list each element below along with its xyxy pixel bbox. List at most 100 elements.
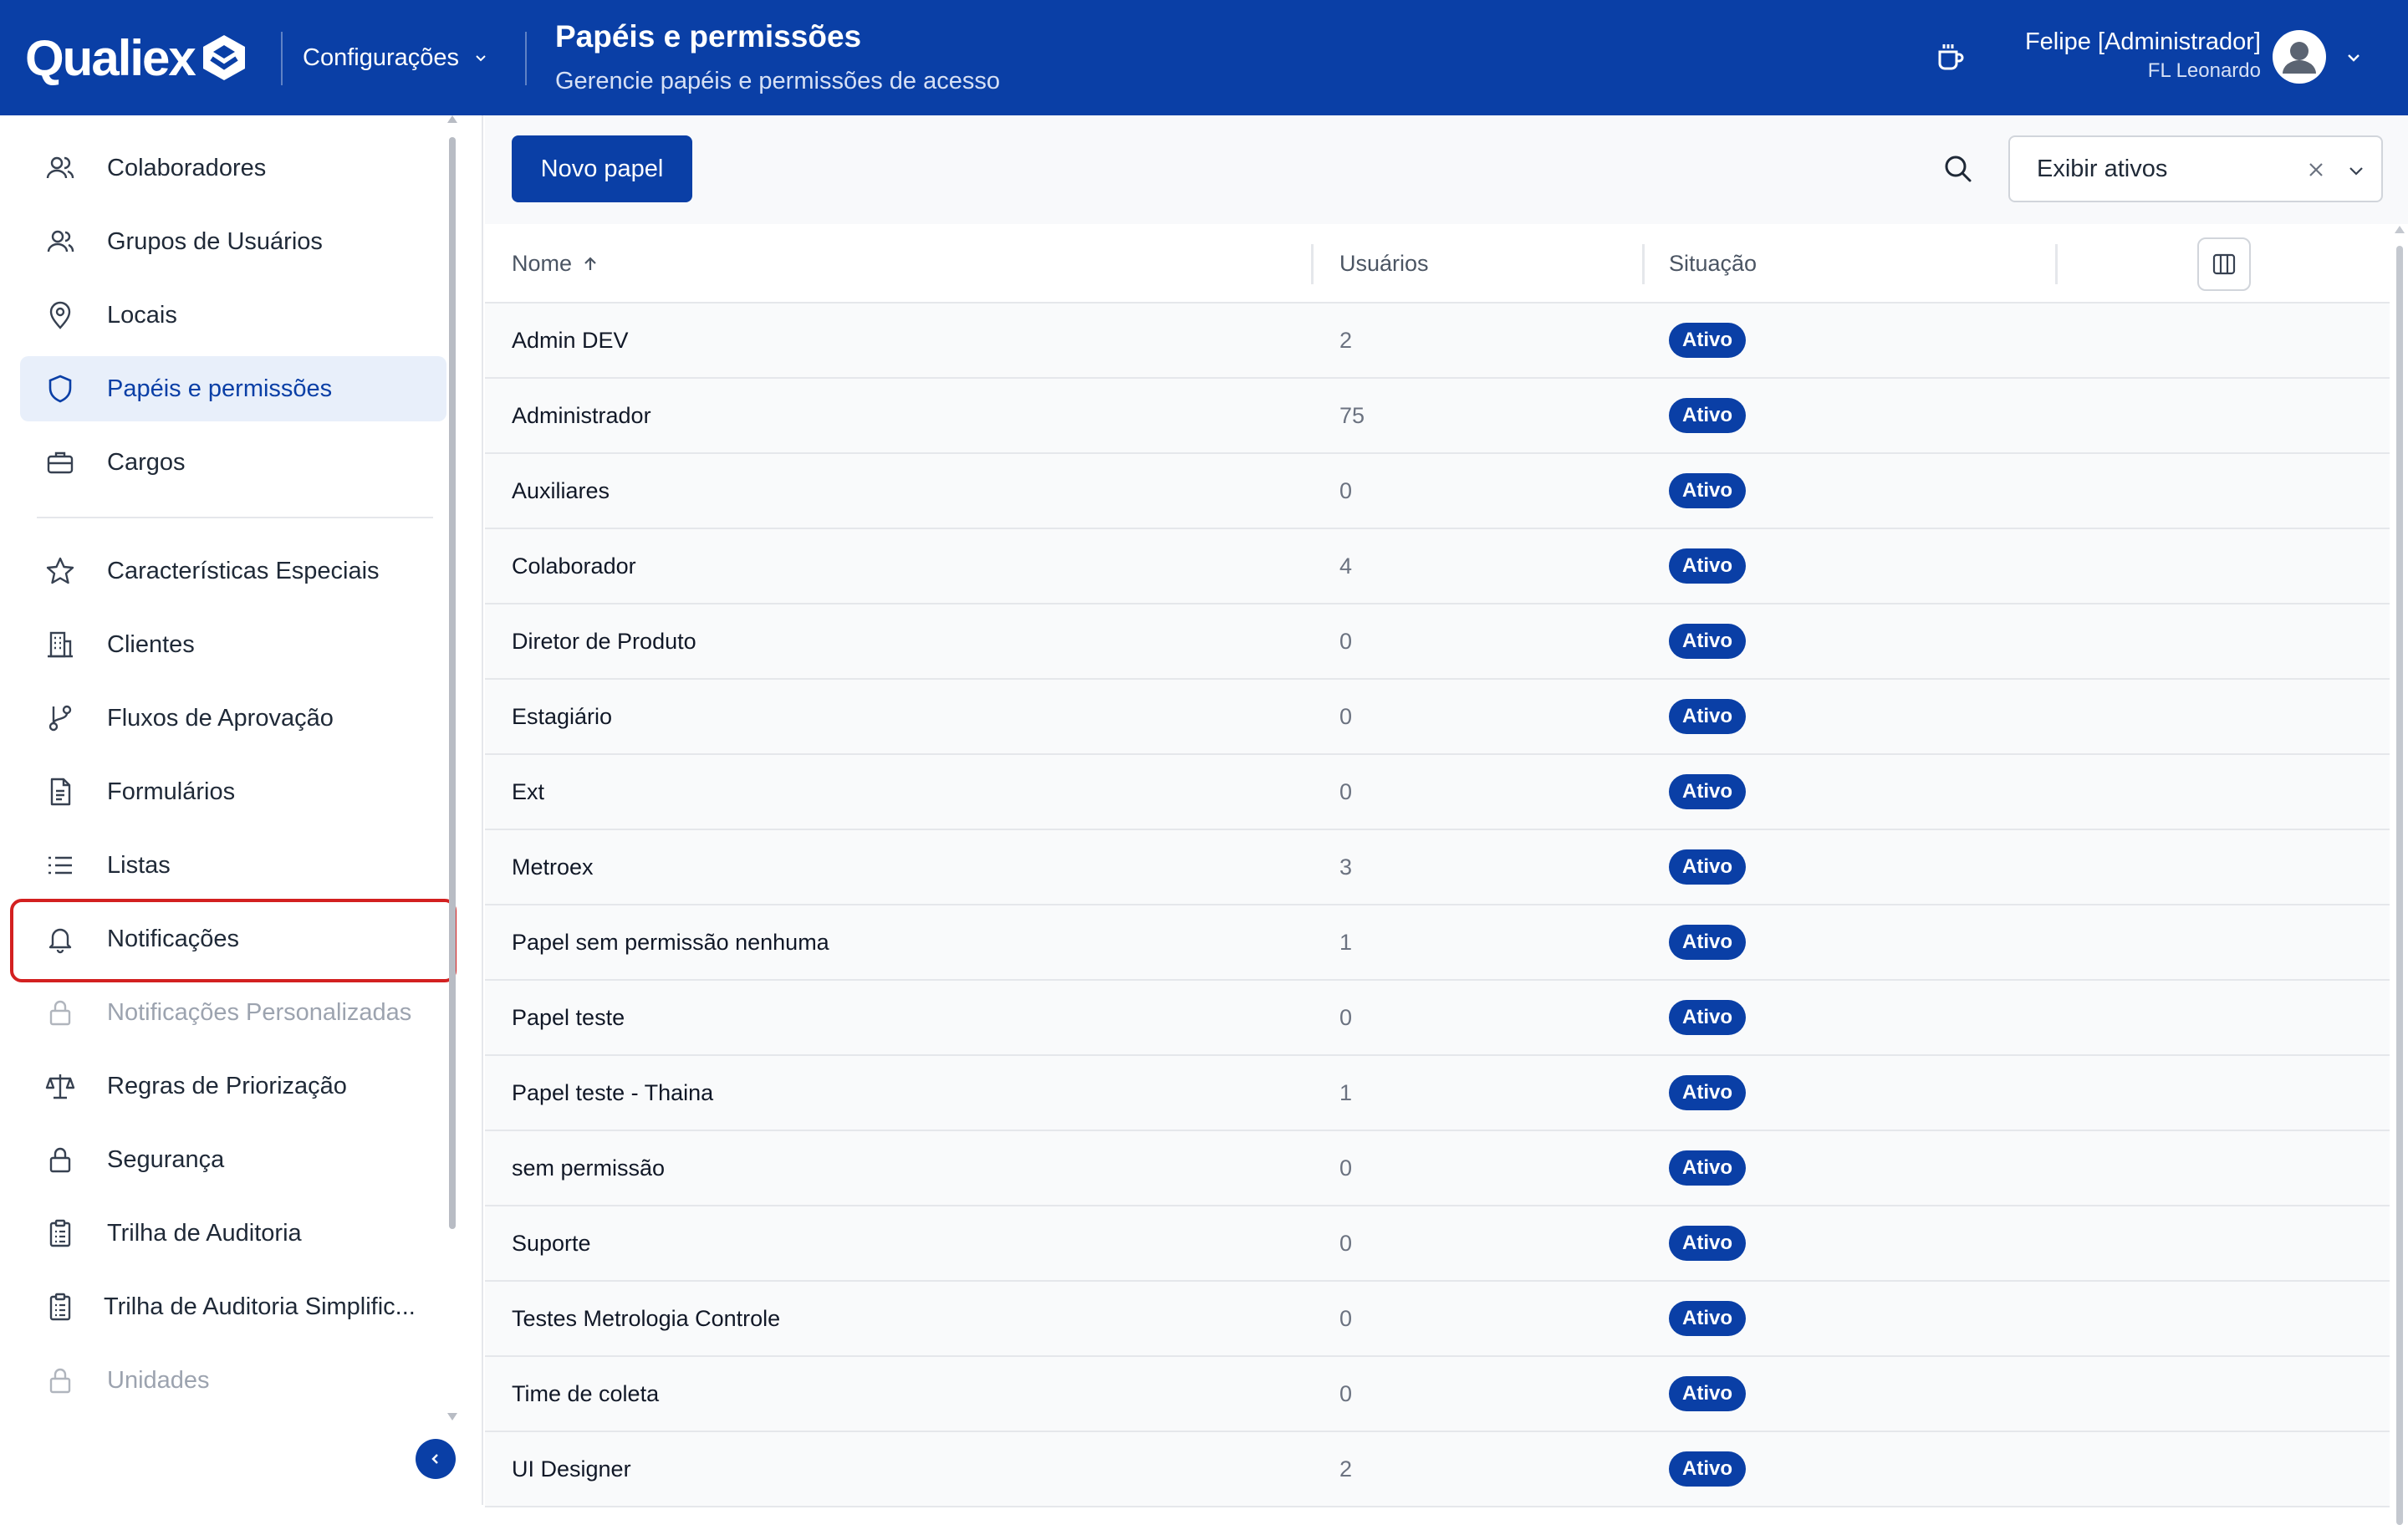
header-divider (281, 32, 283, 85)
column-resizer[interactable] (1311, 244, 1314, 284)
sidebar-item-label: Segurança (107, 1145, 225, 1173)
star-icon (46, 557, 74, 584)
module-select[interactable]: Configurações (303, 37, 489, 79)
table-row[interactable]: Time de coleta 0 Ativo (485, 1357, 2390, 1432)
table-row[interactable]: Metroex 3 Ativo (485, 830, 2390, 905)
table-row[interactable]: Admin DEV 2 Ativo (485, 303, 2390, 379)
sidebar-item-label: Trilha de Auditoria (107, 1219, 302, 1247)
role-name: Metroex (512, 854, 594, 880)
sidebar-item-papeis-e-permissoes[interactable]: Papéis e permissões (20, 356, 446, 421)
role-name: sem permissão (512, 1155, 666, 1181)
role-name: Papel sem permissão nenhuma (512, 929, 829, 955)
sidebar-item-label: Unidades (107, 1366, 210, 1394)
top-header: Qualiex Configurações Papéis e permissõe… (0, 0, 2408, 115)
table-row[interactable]: Auxiliares 0 Ativo (485, 454, 2390, 529)
chevron-down-icon[interactable] (2346, 161, 2366, 181)
sidebar-item-regras-de-priorizacao[interactable]: Regras de Priorização (20, 1053, 446, 1119)
main-scrollbar[interactable] (2396, 246, 2403, 1525)
sort-ascending-icon (584, 256, 596, 270)
status-filter-select[interactable]: Exibir ativos (2008, 135, 2383, 202)
table-row[interactable]: Papel sem permissão nenhuma 1 Ativo (485, 905, 2390, 981)
sidebar-item-caracteristicas-especiais[interactable]: Características Especiais (20, 538, 446, 604)
user-count: 3 (1339, 854, 1353, 880)
status-cell: Ativo (1669, 1056, 1746, 1130)
column-resizer[interactable] (1642, 244, 1645, 284)
sidebar-item-colaboradores[interactable]: Colaboradores (20, 135, 446, 201)
sidebar-item-seguranca[interactable]: Segurança (20, 1127, 446, 1192)
coffee-cup-icon[interactable] (1933, 40, 1967, 74)
chevron-down-icon[interactable] (2344, 48, 2363, 67)
table-row[interactable]: Ext 0 Ativo (485, 755, 2390, 830)
role-name: Testes Metrologia Controle (512, 1305, 781, 1331)
page-heading: Papéis e permissões Gerencie papéis e pe… (555, 18, 1000, 95)
collapse-sidebar-button[interactable] (416, 1439, 456, 1479)
sidebar: Colaboradores Grupos de Usuários Locais … (0, 115, 483, 1505)
column-header-name[interactable]: Nome (512, 224, 600, 303)
scroll-up-arrow[interactable] (2395, 226, 2405, 233)
new-role-button[interactable]: Novo papel (512, 135, 692, 202)
table-row[interactable]: Papel teste 0 Ativo (485, 981, 2390, 1056)
user-count: 0 (1339, 477, 1353, 503)
clipboard-icon (49, 1219, 71, 1247)
brand-logo[interactable]: Qualiex (25, 25, 248, 90)
table-row[interactable]: Testes Metrologia Controle 0 Ativo (485, 1282, 2390, 1357)
status-badge: Ativo (1669, 1000, 1746, 1035)
status-badge: Ativo (1669, 1075, 1746, 1110)
column-settings-button[interactable] (2197, 237, 2251, 291)
column-resizer[interactable] (2055, 244, 2058, 284)
sidebar-item-locais[interactable]: Locais (20, 283, 446, 348)
list-icon (48, 856, 72, 875)
sidebar-item-label: Listas (107, 851, 171, 879)
sidebar-item-cargos[interactable]: Cargos (20, 430, 446, 495)
sidebar-scrollbar[interactable] (449, 137, 456, 1229)
status-cell: Ativo (1669, 1282, 1746, 1355)
avatar[interactable] (2273, 30, 2326, 84)
user-name: Felipe [Administrador] (2024, 28, 2261, 55)
sidebar-item-label: Regras de Priorização (107, 1072, 347, 1099)
building-icon (48, 631, 73, 658)
sidebar-item-label: Clientes (107, 630, 195, 658)
role-name: Colaborador (512, 553, 636, 579)
document-icon (50, 778, 71, 806)
module-select-label: Configurações (303, 43, 459, 71)
table-row[interactable]: Papel teste - Thaina 1 Ativo (485, 1056, 2390, 1131)
user-count: 0 (1339, 1305, 1353, 1331)
user-menu[interactable]: Felipe [Administrador] FL Leonardo (2025, 25, 2261, 84)
sidebar-item-label: Características Especiais (107, 557, 380, 584)
status-cell: Ativo (1669, 755, 1746, 829)
sidebar-item-clientes[interactable]: Clientes (20, 612, 446, 677)
column-header-status[interactable]: Situação (1669, 224, 1757, 303)
close-icon[interactable] (2306, 160, 2326, 180)
sidebar-item-formularios[interactable]: Formulários (20, 759, 446, 824)
status-cell: Ativo (1669, 604, 1746, 678)
table-row[interactable]: Administrador 75 Ativo (485, 379, 2390, 454)
column-header-label: Usuários (1339, 251, 1429, 276)
role-name: Ext (512, 778, 545, 804)
table-row[interactable]: Estagiário 0 Ativo (485, 680, 2390, 755)
sidebar-item-trilha-de-auditoria-simplificada[interactable]: Trilha de Auditoria Simplific... (20, 1274, 446, 1339)
column-header-label: Nome (512, 251, 573, 276)
table-row[interactable]: Suporte 0 Ativo (485, 1206, 2390, 1282)
user-count: 0 (1339, 1380, 1353, 1406)
search-icon[interactable] (1941, 152, 1975, 186)
column-header-users[interactable]: Usuários (1339, 224, 1429, 303)
sidebar-item-trilha-de-auditoria[interactable]: Trilha de Auditoria (20, 1201, 446, 1266)
user-count: 1 (1339, 929, 1353, 955)
table-row[interactable]: UI Designer 2 Ativo (485, 1432, 2390, 1507)
table-row[interactable]: Colaborador 4 Ativo (485, 529, 2390, 604)
sidebar-item-fluxos-de-aprovacao[interactable]: Fluxos de Aprovação (20, 686, 446, 751)
brand-name: Qualiex (25, 29, 196, 86)
sidebar-item-grupos-de-usuarios[interactable]: Grupos de Usuários (20, 209, 446, 274)
sidebar-item-listas[interactable]: Listas (20, 833, 446, 898)
highlight-outline (10, 899, 457, 982)
column-header-label: Situação (1669, 251, 1758, 276)
sidebar-item-label: Papéis e permissões (107, 375, 333, 402)
scroll-up-arrow[interactable] (447, 115, 457, 123)
role-name: Time de coleta (512, 1380, 660, 1406)
sidebar-item-label: Formulários (107, 778, 236, 805)
status-cell: Ativo (1669, 830, 1746, 904)
table-row[interactable]: sem permissão 0 Ativo (485, 1131, 2390, 1206)
table-row[interactable]: Diretor de Produto 0 Ativo (485, 604, 2390, 680)
scroll-down-arrow[interactable] (447, 1413, 457, 1420)
header-divider (525, 32, 527, 85)
